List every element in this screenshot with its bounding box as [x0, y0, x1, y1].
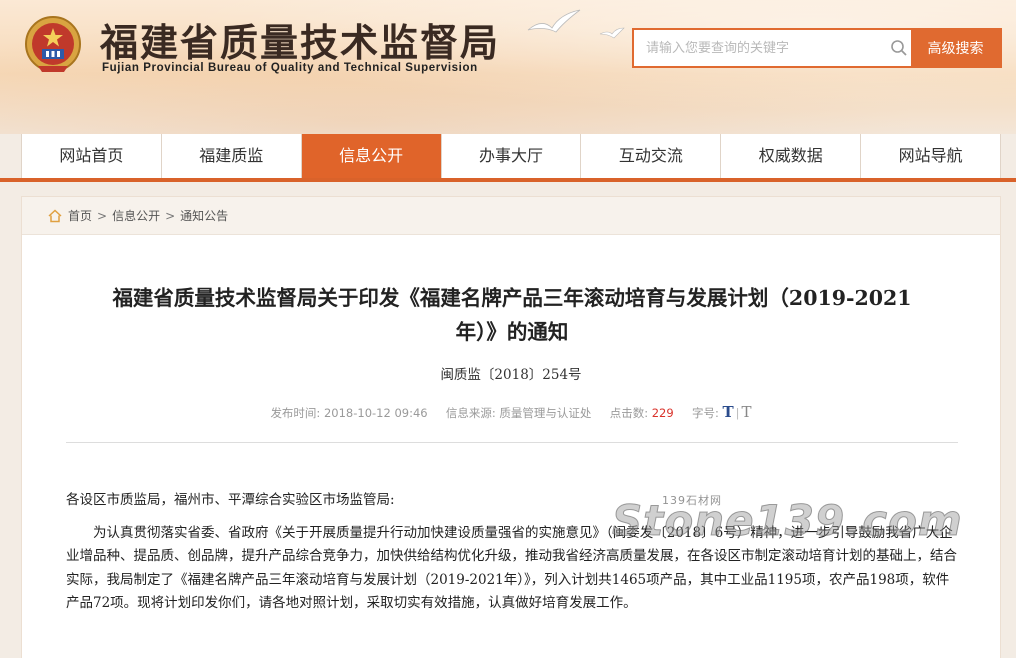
site-header: 福建省质量技术监督局 Fujian Provincial Bureau of Q… — [0, 0, 1016, 134]
national-emblem-icon — [25, 16, 81, 72]
document-number: 闽质监〔2018〕254号 — [440, 367, 582, 383]
breadcrumb-separator: > — [165, 208, 176, 223]
breadcrumb: 首页 > 信息公开 > 通知公告 — [22, 197, 1000, 235]
nav-underline — [0, 178, 1016, 182]
nav-item-home[interactable]: 网站首页 — [22, 134, 162, 178]
nav-item-interaction[interactable]: 互动交流 — [581, 134, 722, 178]
nav-item-service-hall[interactable]: 办事大厅 — [441, 134, 582, 178]
main-nav: 网站首页 福建质监 信息公开 办事大厅 互动交流 权威数据 网站导航 — [21, 134, 1002, 178]
title-divider — [66, 442, 958, 443]
clicks-label: 点击数: — [609, 406, 649, 420]
site-subtitle: Fujian Provincial Bureau of Quality and … — [102, 62, 478, 74]
source-label: 信息来源: — [445, 406, 496, 420]
fontsize-label: 字号: — [691, 406, 719, 420]
advanced-search-button[interactable]: 高级搜索 — [911, 30, 1000, 66]
fontsize-small-button[interactable]: T — [742, 403, 752, 421]
seagull-icon — [527, 9, 625, 39]
article-salutation: 各设区市质监局，福州市、平潭综合实验区市场监管局: — [66, 492, 395, 508]
source: 质量管理与认证处 — [499, 406, 592, 420]
article-title-line2: 年）》的通知 — [455, 320, 569, 344]
search-box: 高级搜索 — [632, 28, 1002, 68]
publish-time: 2018-10-12 09:46 — [323, 406, 428, 420]
fontsize-divider: | — [735, 406, 740, 420]
clicks-count: 229 — [651, 406, 674, 420]
home-icon — [48, 208, 62, 222]
fontsize-large-button[interactable]: T — [723, 403, 734, 421]
publish-time-label: 发布时间: — [270, 406, 321, 420]
breadcrumb-info-disclosure[interactable]: 信息公开 — [112, 207, 160, 224]
nav-item-site-map[interactable]: 网站导航 — [861, 134, 1002, 178]
breadcrumb-separator: > — [97, 208, 108, 223]
article-meta: 发布时间: 2018-10-12 09:46 信息来源: 质量管理与认证处 点击… — [22, 403, 1000, 421]
nav-item-authority-data[interactable]: 权威数据 — [721, 134, 862, 178]
nav-item-info-disclosure[interactable]: 信息公开 — [301, 134, 442, 178]
breadcrumb-home[interactable]: 首页 — [68, 207, 92, 224]
site-title: 福建省质量技术监督局 — [100, 20, 501, 65]
breadcrumb-notices[interactable]: 通知公告 — [180, 207, 228, 224]
search-input[interactable] — [634, 30, 887, 66]
search-icon[interactable] — [887, 30, 911, 66]
article-paragraph: 为认真贯彻落实省委、省政府《关于开展质量提升行动加快建设质量强省的实施意见》（闽… — [66, 524, 957, 612]
content-panel: 首页 > 信息公开 > 通知公告 福建省质量技术监督局关于印发《福建名牌产品三年… — [21, 196, 1001, 658]
nav-item-fujian-qs[interactable]: 福建质监 — [161, 134, 302, 178]
article-title: 福建省质量技术监督局关于印发《福建名牌产品三年滚动培育与发展计划（2019-20… — [82, 281, 942, 349]
article-body: 各设区市质监局，福州市、平潭综合实验区市场监管局: 为认真贯彻落实省委、省政府《… — [66, 489, 961, 616]
article-title-line1: 福建省质量技术监督局关于印发《福建名牌产品三年滚动培育与发展计划（2019-20… — [112, 286, 912, 310]
